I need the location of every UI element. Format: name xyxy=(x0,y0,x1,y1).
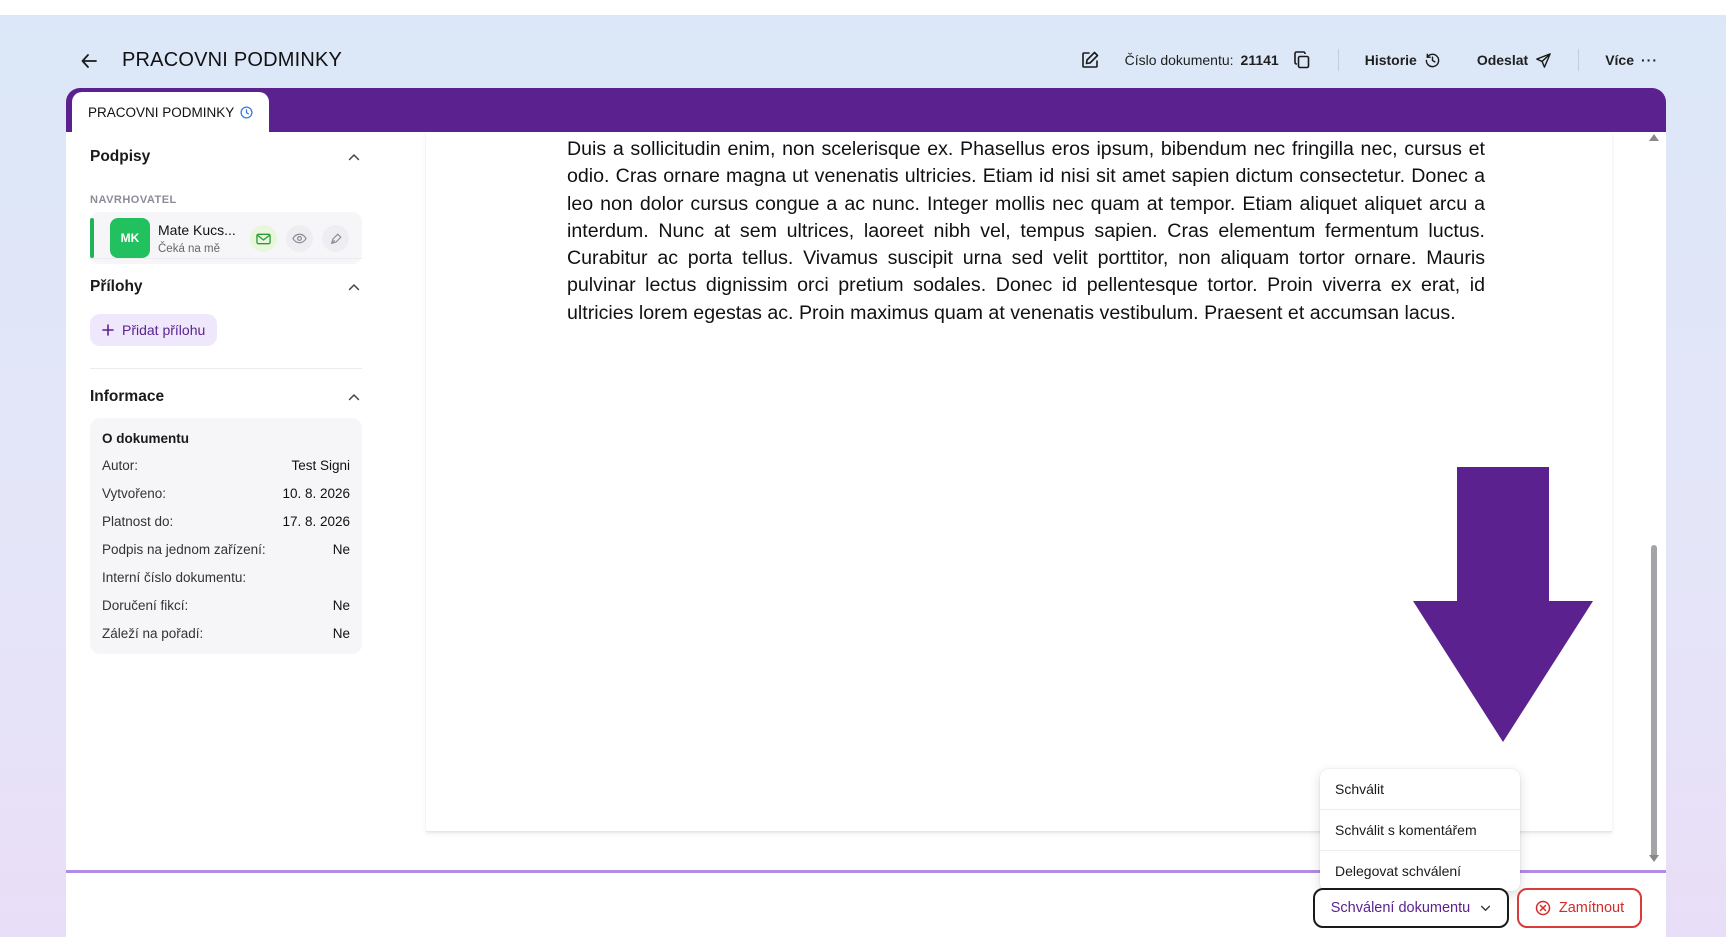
send-button[interactable]: Odeslat xyxy=(1477,52,1552,69)
copy-doc-number-button[interactable] xyxy=(1292,50,1312,70)
signer-status-bar xyxy=(90,218,94,258)
header-separator xyxy=(1337,49,1339,71)
info-label: Interní číslo dokumentu: xyxy=(102,570,247,585)
info-value: Ne xyxy=(332,626,350,641)
document-text: Duis a sollicitudin enim, non scelerisqu… xyxy=(567,138,1485,324)
document-approval-button[interactable]: Schválení dokumentu xyxy=(1313,888,1509,928)
info-value: 10. 8. 2026 xyxy=(282,486,350,501)
menu-item-delegate-approval[interactable]: Delegovat schválení xyxy=(1320,851,1520,891)
signer-status: Čeká na mě xyxy=(158,243,221,255)
attachments-section-header[interactable]: Přílohy xyxy=(90,274,362,300)
signer-name: Mate Kucs... xyxy=(158,222,236,238)
reject-button-label: Zamítnout xyxy=(1558,900,1625,916)
header-separator xyxy=(1578,49,1580,71)
info-row: Platnost do: 17. 8. 2026 xyxy=(102,514,350,529)
info-value: 17. 8. 2026 xyxy=(282,514,350,529)
info-label: Záleží na pořadí: xyxy=(102,626,204,641)
scroll-down-arrow-icon[interactable] xyxy=(1649,855,1659,862)
add-attachment-label: Přidat přílohu xyxy=(122,322,206,338)
info-label: Platnost do: xyxy=(102,514,174,529)
history-button[interactable]: Historie xyxy=(1365,52,1441,69)
pen-nib-icon xyxy=(330,233,341,244)
edit-button[interactable] xyxy=(1080,50,1100,70)
signer-card[interactable]: MK Mate Kucs... Čeká na mě xyxy=(90,212,362,264)
sign-button[interactable] xyxy=(322,225,349,252)
info-row: Záleží na pořadí: Ne xyxy=(102,626,350,641)
section-divider xyxy=(90,258,362,259)
top-strip xyxy=(0,0,1726,15)
info-label: Doručení fikcí: xyxy=(102,598,189,613)
document-scrollbar[interactable] xyxy=(1648,132,1660,864)
scroll-up-arrow-icon[interactable] xyxy=(1649,134,1659,141)
info-card-title: O dokumentu xyxy=(102,431,189,446)
page-title: PRACOVNI PODMINKY xyxy=(122,49,343,71)
info-label: Vytvořeno: xyxy=(102,486,167,501)
info-section-header[interactable]: Informace xyxy=(90,384,362,410)
history-label: Historie xyxy=(1364,52,1417,68)
mail-icon xyxy=(256,233,271,244)
send-label: Odeslat xyxy=(1476,52,1529,68)
menu-item-approve-with-comment[interactable]: Schválit s komentářem xyxy=(1320,810,1520,850)
info-label: Podpis na jednom zařízení: xyxy=(102,542,266,557)
document-info-card: O dokumentu Autor: Test Signi Vytvořeno:… xyxy=(90,418,362,654)
sidebar-content: NAVRHOVATEL MK Mate Kucs... Čeká na mě P… xyxy=(90,88,362,788)
avatar: MK xyxy=(110,218,150,258)
approval-dropdown-menu: Schválit Schválit s komentářem Delegovat… xyxy=(1320,769,1520,891)
eye-icon xyxy=(292,233,307,244)
info-value: Ne xyxy=(332,598,350,613)
scroll-thumb[interactable] xyxy=(1651,545,1657,858)
email-signer-button[interactable] xyxy=(250,225,277,252)
plus-icon xyxy=(102,324,114,336)
doc-number-group: Číslo dokumentu: 21141 xyxy=(1080,50,1312,70)
main-card: PRACOVNI PODMINKY Podpisy NAVRHOVATEL NA… xyxy=(66,88,1666,937)
info-value: Ne xyxy=(332,542,350,557)
doc-number-label: Číslo dokumentu: xyxy=(1124,52,1234,68)
info-row: Doručení fikcí: Ne xyxy=(102,598,350,613)
attachments-title: Přílohy xyxy=(90,278,143,295)
info-title: Informace xyxy=(90,388,165,405)
view-signer-button[interactable] xyxy=(286,225,313,252)
info-value: Test Signi xyxy=(291,458,350,473)
edit-icon xyxy=(1081,51,1098,68)
chevron-down-icon xyxy=(1481,905,1491,911)
close-circle-icon xyxy=(1535,900,1551,916)
more-dots-icon: ··· xyxy=(1641,52,1658,68)
add-attachment-button[interactable]: Přidat přílohu xyxy=(90,314,218,346)
arrow-left-icon xyxy=(81,54,97,68)
history-icon xyxy=(1425,53,1440,67)
copy-icon xyxy=(1293,51,1310,69)
page-header: PRACOVNI PODMINKY Číslo dokumentu: 21141… xyxy=(66,40,1666,80)
section-divider xyxy=(90,368,362,369)
more-label: Více xyxy=(1605,52,1634,68)
menu-item-approve[interactable]: Schválit xyxy=(1320,769,1520,809)
approval-button-label: Schválení dokumentu xyxy=(1330,900,1471,916)
header-actions: Číslo dokumentu: 21141 Historie Odeslat … xyxy=(1080,46,1666,74)
pointer-arrow-icon xyxy=(1413,467,1593,742)
info-row: Vytvořeno: 10. 8. 2026 xyxy=(102,486,350,501)
send-icon xyxy=(1536,52,1552,68)
info-row: Interní číslo dokumentu: xyxy=(102,570,350,585)
chevron-up-icon xyxy=(346,279,362,295)
info-row: Autor: Test Signi xyxy=(102,458,350,473)
back-button[interactable] xyxy=(76,48,102,74)
doc-number-value: 21141 xyxy=(1240,52,1279,68)
info-row: Podpis na jednom zařízení: Ne xyxy=(102,542,350,557)
reject-button[interactable]: Zamítnout xyxy=(1517,888,1642,928)
chevron-up-icon xyxy=(346,389,362,405)
more-button[interactable]: Více ··· xyxy=(1605,52,1658,68)
info-label: Autor: xyxy=(102,458,139,473)
signer-role: NAVRHOVATEL xyxy=(90,194,177,206)
